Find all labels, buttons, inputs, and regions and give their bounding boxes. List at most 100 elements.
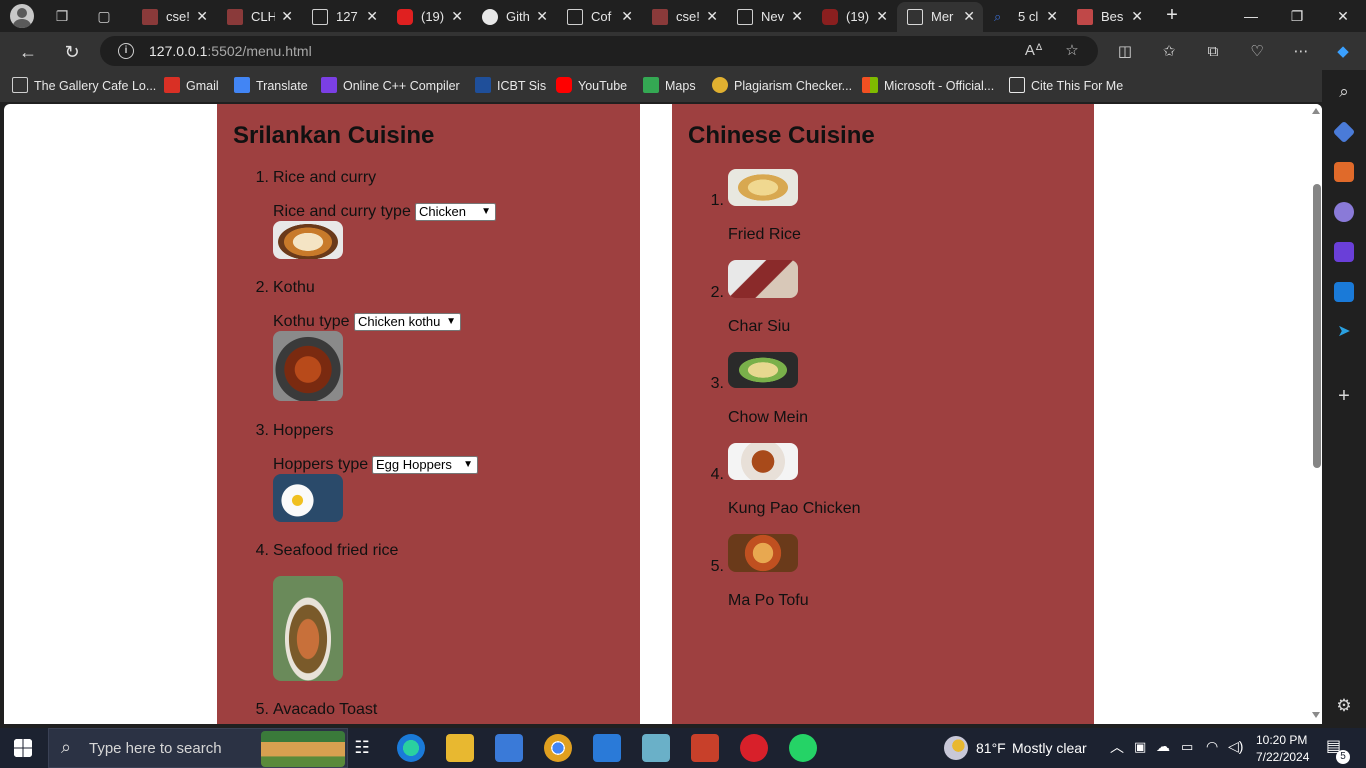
microsoft-365-icon[interactable]: [1334, 242, 1354, 262]
send-icon[interactable]: ➤: [1334, 322, 1354, 342]
wifi-icon[interactable]: ◠: [1206, 738, 1218, 754]
read-aloud-icon[interactable]: Aᐞ: [1024, 41, 1044, 61]
favorite-translate[interactable]: Translate: [234, 77, 308, 95]
favorite-plagiarism-checker[interactable]: Plagiarism Checker...: [712, 77, 852, 95]
favorite-youtube[interactable]: YouTube: [556, 77, 627, 95]
powerpoint-app-icon[interactable]: [691, 734, 719, 762]
close-tab-icon[interactable]: ✕: [791, 8, 803, 24]
close-tab-icon[interactable]: ✕: [621, 8, 633, 24]
refresh-icon[interactable]: ↻: [58, 38, 86, 66]
tab-11[interactable]: Bes ✕: [1067, 2, 1151, 32]
kothu-type-select[interactable]: Chicken kothu ▼: [354, 313, 461, 331]
microsoft-store-icon[interactable]: [495, 734, 523, 762]
whatsapp-app-icon[interactable]: [789, 734, 817, 762]
site-info-icon[interactable]: i: [118, 43, 134, 59]
close-tab-icon[interactable]: ✕: [706, 8, 718, 24]
tab-actions-icon[interactable]: ▢: [94, 6, 114, 26]
file-explorer-icon[interactable]: [446, 734, 474, 762]
task-view-icon[interactable]: ☷: [348, 734, 376, 762]
more-menu-icon[interactable]: ⋯: [1290, 41, 1312, 63]
close-tab-icon[interactable]: ✕: [1131, 8, 1143, 24]
profile-avatar-icon[interactable]: [10, 4, 34, 28]
close-tab-icon[interactable]: ✕: [281, 8, 293, 24]
tab-0[interactable]: cse! ✕: [132, 2, 216, 32]
back-icon[interactable]: ←: [14, 38, 42, 66]
rice-and-curry-image: [273, 221, 343, 259]
page-icon: [567, 9, 583, 25]
search-icon: ⌕: [994, 9, 1002, 24]
volume-icon[interactable]: ◁): [1228, 738, 1243, 754]
tab-2[interactable]: 127 ✕: [302, 2, 386, 32]
srilankan-cuisine-panel: Srilankan Cuisine 1. Rice and curry Rice…: [217, 104, 640, 724]
collections-icon[interactable]: ⧉: [1202, 41, 1224, 63]
favorite-icbt-sis[interactable]: ICBT Sis: [475, 77, 546, 95]
close-tab-icon[interactable]: ✕: [196, 8, 208, 24]
add-sidebar-app-icon[interactable]: +: [1334, 386, 1354, 406]
tab-9-active[interactable]: Mer ✕: [897, 2, 983, 32]
compiler-icon: [321, 77, 337, 93]
fried-rice-image: [728, 169, 798, 206]
tab-6[interactable]: cse! ✕: [642, 2, 726, 32]
hoppers-type-select[interactable]: Egg Hoppers ▼: [372, 456, 478, 474]
search-icon[interactable]: ⌕: [1334, 82, 1354, 102]
vscode-app-icon[interactable]: [593, 734, 621, 762]
favorite-star-icon[interactable]: ☆: [1062, 41, 1082, 61]
favorites-icon[interactable]: ✩: [1158, 41, 1180, 63]
tab-3[interactable]: (19) ✕: [387, 2, 471, 32]
chrome-app-icon[interactable]: [544, 734, 572, 762]
tab-1[interactable]: CLH ✕: [217, 2, 301, 32]
favorite-cite-this-for-me[interactable]: Cite This For Me: [1009, 77, 1123, 95]
close-tab-icon[interactable]: ✕: [536, 8, 548, 24]
page-scrollbar[interactable]: [1310, 104, 1322, 724]
tools-icon[interactable]: [1334, 162, 1354, 182]
pinterest-app-icon[interactable]: [740, 734, 768, 762]
weather-icon[interactable]: [944, 736, 968, 760]
onedrive-cloud-icon[interactable]: ☁: [1156, 738, 1170, 754]
rice-curry-type-select[interactable]: Chicken ▼: [415, 203, 496, 221]
clock-time[interactable]: 10:20 PM: [1256, 732, 1307, 748]
clock-date[interactable]: 7/22/2024: [1256, 749, 1309, 765]
url-field[interactable]: i 127.0.0.1:5502/menu.html Aᐞ ☆: [100, 36, 1098, 66]
shopping-tag-icon[interactable]: [1332, 120, 1356, 144]
battery-icon[interactable]: ▭: [1181, 739, 1193, 755]
tab-4[interactable]: Gith ✕: [472, 2, 556, 32]
taskbar-search-box[interactable]: ⌕ Type here to search: [48, 728, 348, 768]
games-icon[interactable]: [1334, 202, 1354, 222]
weather-temp[interactable]: 81°F: [976, 740, 1006, 756]
camera-icon[interactable]: ▣: [1134, 739, 1146, 755]
copilot-icon[interactable]: ◆: [1332, 41, 1354, 63]
tab-8[interactable]: (19) ✕: [812, 2, 896, 32]
outlook-icon[interactable]: [1334, 282, 1354, 302]
close-tab-icon[interactable]: ✕: [1046, 8, 1058, 24]
close-tab-icon[interactable]: ✕: [366, 8, 378, 24]
close-window-icon[interactable]: ✕: [1320, 0, 1366, 32]
edge-app-icon[interactable]: [397, 734, 425, 762]
close-tab-icon[interactable]: ✕: [451, 8, 463, 24]
performance-icon[interactable]: ♡: [1246, 41, 1268, 63]
restore-icon[interactable]: ❐: [1274, 0, 1320, 32]
windows-start-icon[interactable]: [13, 738, 33, 758]
tab-10[interactable]: ⌕ 5 cl ✕: [984, 2, 1066, 32]
favorite-gmail[interactable]: Gmail: [164, 77, 219, 95]
favorite-maps[interactable]: Maps: [643, 77, 696, 95]
tab-5[interactable]: Cof ✕: [557, 2, 641, 32]
scroll-down-arrow-icon[interactable]: [1312, 712, 1320, 718]
settings-gear-icon[interactable]: ⚙: [1334, 696, 1354, 716]
workspaces-icon[interactable]: ❐: [52, 6, 72, 26]
show-hidden-icons-icon[interactable]: ︿: [1110, 739, 1124, 755]
favorite-microsoft[interactable]: Microsoft - Official...: [862, 77, 994, 95]
close-tab-icon[interactable]: ✕: [876, 8, 888, 24]
favorite-gallery-cafe[interactable]: The Gallery Cafe Lo...: [12, 77, 156, 95]
minimize-icon[interactable]: —: [1228, 0, 1274, 32]
list-number: 3.: [710, 375, 724, 392]
scrollbar-thumb[interactable]: [1313, 184, 1321, 468]
favorite-cpp-compiler[interactable]: Online C++ Compiler: [321, 77, 460, 95]
url-text[interactable]: 127.0.0.1:5502/menu.html: [149, 43, 312, 59]
scroll-up-arrow-icon[interactable]: [1312, 108, 1320, 114]
weather-description[interactable]: Mostly clear: [1012, 740, 1087, 756]
close-tab-icon[interactable]: ✕: [963, 8, 975, 24]
split-screen-icon[interactable]: ◫: [1114, 41, 1136, 63]
new-tab-button[interactable]: +: [1160, 4, 1184, 28]
app-icon[interactable]: [642, 734, 670, 762]
tab-7[interactable]: Nev ✕: [727, 2, 811, 32]
